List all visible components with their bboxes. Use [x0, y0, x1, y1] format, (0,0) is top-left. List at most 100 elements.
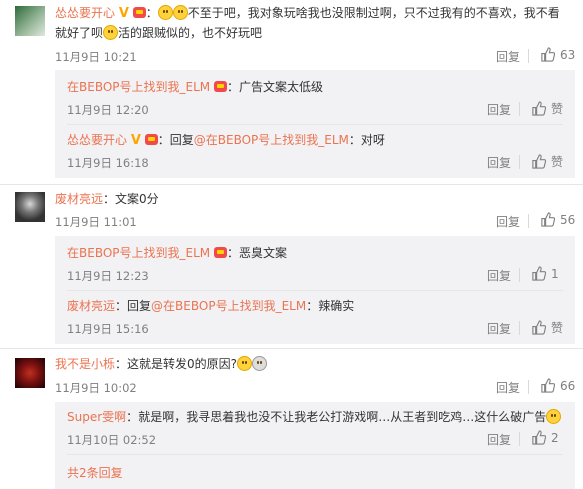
divider	[67, 454, 563, 455]
colon: ：	[157, 133, 170, 147]
thumbs-up-icon	[531, 320, 546, 335]
username-link[interactable]: 废材亮远	[67, 299, 115, 313]
thumbs-up-icon	[540, 47, 555, 62]
colon: ：	[115, 299, 128, 313]
like-button[interactable]: 63	[540, 47, 575, 62]
colon: ：	[226, 80, 239, 94]
avatar[interactable]	[15, 6, 45, 36]
emoji-icon	[103, 25, 119, 40]
username-link[interactable]: Super雯啊	[67, 410, 126, 424]
thumbs-up-icon	[540, 378, 555, 393]
avatar[interactable]	[15, 358, 45, 388]
reply-button[interactable]: 回复	[487, 267, 511, 284]
timestamp: 11月9日 12:20	[67, 103, 149, 117]
like-count: 1	[551, 266, 559, 281]
reply-prefix: 回复	[169, 133, 194, 147]
laughing-emoji-icon	[237, 356, 253, 371]
timestamp: 11月9日 10:21	[55, 50, 137, 64]
reply-list: 在BEBOP号上找到我_ELM ：恶臭文案 11月9日 12:23 回复 1 废…	[55, 236, 575, 344]
like-button[interactable]: 1	[531, 266, 559, 281]
comment-body: 文案0分	[115, 192, 159, 206]
like-button[interactable]: 66	[540, 378, 575, 393]
divider	[0, 184, 583, 185]
divider	[67, 290, 563, 291]
comment-text: 废材亮远：文案0分	[55, 190, 159, 208]
reply-button[interactable]: 回复	[496, 48, 520, 65]
reply-button[interactable]: 回复	[496, 213, 520, 230]
timestamp: 11月9日 15:16	[67, 322, 149, 336]
divider	[528, 49, 529, 63]
reply-item: 怂怂要开心 V ：回复@在BEBOP号上找到我_ELM：对呀	[67, 131, 385, 150]
mention-link[interactable]: @在BEBOP号上找到我_ELM	[194, 133, 349, 147]
divider	[528, 214, 529, 228]
colon: ：	[126, 410, 139, 424]
username-link[interactable]: 废材亮远	[55, 192, 103, 206]
timestamp: 11月9日 12:23	[67, 269, 149, 283]
reply-item: Super雯啊：就是啊，我寻思着我也没不让我老公打游戏啊…从王者到吃鸡…这什么破…	[67, 408, 562, 426]
reply-button[interactable]: 回复	[487, 154, 511, 171]
timestamp: 11月10日 02:52	[67, 433, 157, 447]
reply-body: 就是啊，我寻思着我也没不让我老公打游戏啊…从王者到吃鸡…这什么破广告	[138, 410, 547, 424]
reply-button[interactable]: 回复	[487, 320, 511, 337]
reply-button[interactable]: 回复	[496, 379, 520, 396]
timestamp: 11月9日 10:02	[55, 381, 137, 395]
colon: ：	[115, 357, 128, 371]
reply-item: 在BEBOP号上找到我_ELM ：恶臭文案	[67, 244, 287, 262]
like-button[interactable]: 2	[531, 430, 559, 445]
comment-body: 这就是转发0的原因?	[127, 357, 238, 371]
emoji-icon	[172, 5, 188, 20]
username-link[interactable]: 在BEBOP号上找到我_ELM	[67, 80, 210, 94]
reply-button[interactable]: 回复	[487, 431, 511, 448]
thumbs-up-icon	[531, 154, 546, 169]
username-link[interactable]: 怂怂要开心	[67, 133, 127, 147]
divider	[519, 102, 520, 116]
vip-crown-icon	[132, 7, 146, 18]
like-count: 56	[560, 212, 576, 227]
colon: ：	[145, 6, 158, 20]
like-label: 赞	[551, 102, 564, 116]
comment-body: 不至于吧，我对象玩啥我也没限制过啊，只不过我有的不喜欢，我不看	[187, 6, 560, 20]
mention-link[interactable]: @在BEBOP号上找到我_ELM	[151, 299, 306, 313]
verified-icon: V	[130, 133, 141, 148]
like-label: 赞	[551, 321, 564, 335]
reply-body: 广告文案太低级	[238, 80, 323, 94]
avatar[interactable]	[15, 192, 45, 222]
thumbs-up-icon	[540, 212, 555, 227]
like-button[interactable]: 赞	[531, 319, 563, 336]
username-link[interactable]: 我不是小栎	[55, 357, 115, 371]
vip-crown-icon	[144, 134, 158, 145]
reply-body: 恶臭文案	[238, 246, 287, 260]
like-button[interactable]: 赞	[531, 100, 563, 117]
like-count: 2	[551, 430, 559, 445]
timestamp: 11月9日 16:18	[67, 156, 149, 170]
divider	[67, 124, 563, 125]
reply-item: 在BEBOP号上找到我_ELM ：广告文案太低级	[67, 78, 323, 96]
emoji-icon	[157, 5, 173, 20]
reply-body: 辣确实	[318, 299, 355, 313]
thumbs-up-icon	[531, 430, 546, 445]
reply-list: 在BEBOP号上找到我_ELM ：广告文案太低级 11月9日 12:20 回复 …	[55, 70, 575, 178]
colon: ：	[306, 299, 319, 313]
reply-prefix: 回复	[127, 299, 152, 313]
divider	[0, 348, 583, 349]
reply-button[interactable]: 回复	[487, 101, 511, 118]
reply-body: 对呀	[360, 133, 385, 147]
thumbs-up-icon	[531, 101, 546, 116]
username-link[interactable]: 在BEBOP号上找到我_ELM	[67, 246, 210, 260]
more-replies-link[interactable]: 共2条回复	[67, 464, 123, 481]
colon: ：	[226, 246, 239, 260]
like-button[interactable]: 赞	[531, 153, 563, 170]
comment-text-cont: 就好了呗 活的跟贼似的，也不好玩吧	[55, 24, 262, 42]
reply-item: 废材亮远：回复@在BEBOP号上找到我_ELM：辣确实	[67, 297, 354, 315]
like-button[interactable]: 56	[540, 212, 575, 227]
emoji-icon	[546, 409, 562, 424]
verified-icon: V	[118, 6, 129, 21]
divider	[519, 321, 520, 335]
comment-text: 我不是小栎：这就是转发0的原因?	[55, 355, 268, 373]
thumbs-up-icon	[531, 266, 546, 281]
timestamp: 11月9日 11:01	[55, 215, 137, 229]
username-link[interactable]: 怂怂要开心	[55, 6, 115, 20]
comment-body: 就好了呗	[55, 26, 104, 40]
vip-crown-icon	[213, 81, 227, 92]
comment-text: 怂怂要开心 V ： 不至于吧，我对象玩啥我也没限制过啊，只不过我有的不喜欢，我不看	[55, 4, 560, 23]
